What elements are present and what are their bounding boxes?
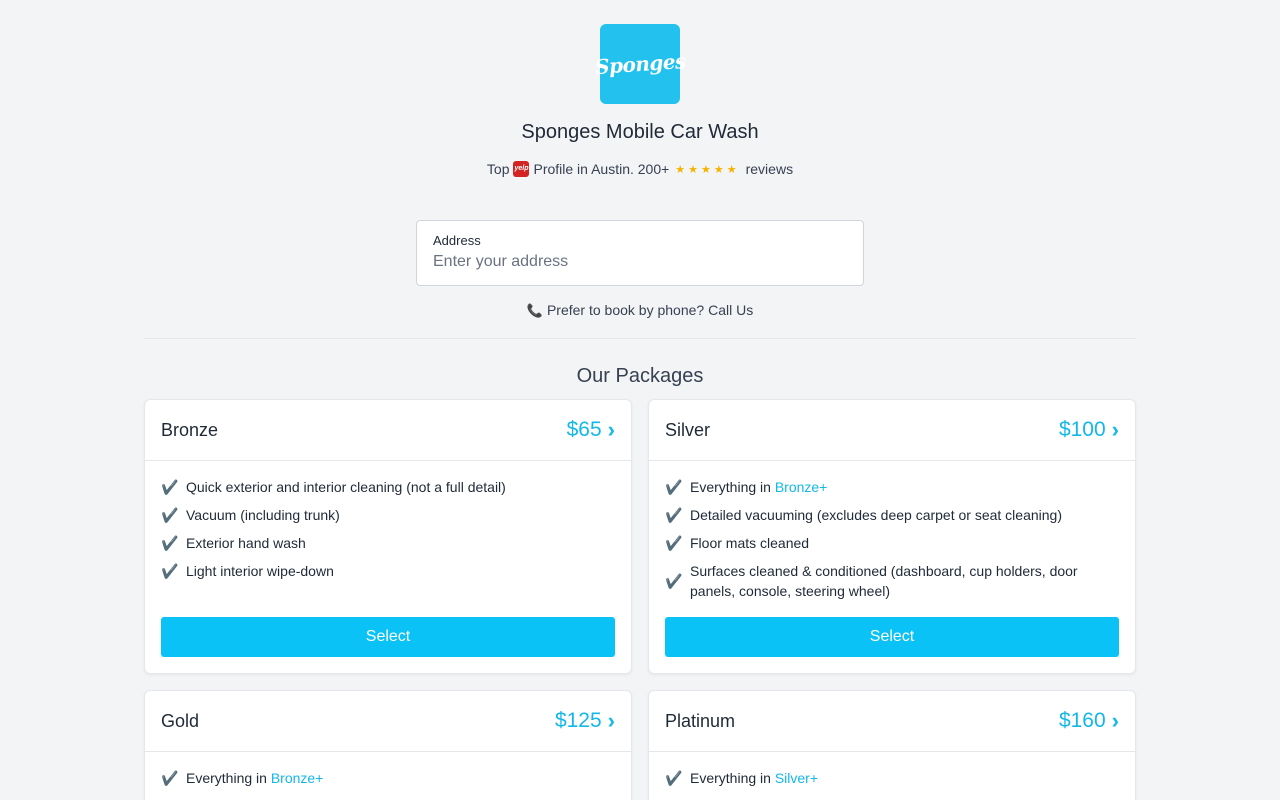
select-bronze-button[interactable]: Select: [161, 617, 615, 657]
tagline-suffix: reviews: [745, 161, 794, 177]
package-price-button[interactable]: $160 ›: [1059, 709, 1119, 733]
yelp-icon: yelp: [513, 161, 530, 177]
feature-list: ✔️ Everything in Silver+: [649, 752, 1135, 788]
check-icon: ✔️: [665, 770, 683, 786]
feature-list: ✔️ Everything in Bronze+ ✔️ Detailed vacuu…: [649, 461, 1135, 601]
feature-text: Vacuum (including trunk): [186, 507, 340, 523]
feature-text: Exterior hand wash: [186, 535, 306, 551]
package-header: Platinum $160 ›: [649, 691, 1135, 752]
address-input[interactable]: [433, 253, 847, 271]
feature-list: ✔️ Quick exterior and interior cleaning (…: [145, 461, 631, 581]
feature-list: ✔️ Everything in Bronze+: [145, 752, 631, 788]
check-icon: ✔️: [161, 563, 179, 579]
feature-item: ✔️ Everything in Silver+: [665, 768, 1119, 788]
package-card-gold: Gold $125 › ✔️ Everything in Bronze+: [144, 690, 632, 800]
tagline-middle: Profile in Austin. 200+: [533, 161, 670, 177]
check-icon: ✔️: [161, 535, 179, 551]
logo-wordmark: Sponges: [593, 48, 687, 80]
package-link-bronze[interactable]: Bronze+: [775, 479, 828, 495]
feature-item: ✔️ Surfaces cleaned & conditioned (dashbo…: [665, 561, 1119, 601]
feature-item: ✔️ Floor mats cleaned: [665, 533, 1119, 553]
divider: [144, 338, 1136, 339]
phone-icon: 📞: [526, 303, 543, 318]
feature-item: ✔️ Quick exterior and interior cleaning (…: [161, 477, 615, 497]
package-header: Gold $125 ›: [145, 691, 631, 752]
address-label: Address: [433, 233, 481, 248]
check-icon: ✔️: [161, 507, 179, 523]
feature-item: ✔️ Everything in Bronze+: [161, 768, 615, 788]
package-price-button[interactable]: $100 ›: [1059, 418, 1119, 442]
package-header: Silver $100 ›: [649, 400, 1135, 461]
feature-text: Detailed vacuuming (excludes deep carpet…: [690, 507, 1062, 523]
feature-item: ✔️ Vacuum (including trunk): [161, 505, 615, 525]
package-price-button[interactable]: $125 ›: [555, 709, 615, 733]
business-name: Sponges Mobile Car Wash: [521, 121, 759, 143]
rating-stars-icon: ★★★★★: [675, 163, 740, 176]
phone-booking-link[interactable]: 📞 Prefer to book by phone? Call Us: [144, 302, 1136, 319]
package-link-bronze[interactable]: Bronze+: [271, 770, 324, 786]
check-icon: ✔️: [161, 770, 179, 786]
package-price: $65: [566, 418, 602, 441]
feature-prefix: Everything in: [186, 770, 267, 786]
chevron-right-icon: ›: [1111, 417, 1119, 442]
package-price: $160: [1058, 709, 1106, 732]
check-icon: ✔️: [665, 573, 683, 589]
package-name: Platinum: [665, 710, 736, 731]
package-price-button[interactable]: $65 ›: [567, 418, 615, 442]
feature-text: Quick exterior and interior cleaning (no…: [186, 479, 506, 495]
chevron-right-icon: ›: [607, 708, 615, 733]
address-field[interactable]: Address: [416, 220, 864, 286]
select-silver-button[interactable]: Select: [665, 617, 1119, 657]
feature-text: Surfaces cleaned & conditioned (dashboar…: [690, 563, 1078, 599]
feature-text: Everything in Bronze+: [186, 768, 323, 788]
package-name: Bronze: [161, 419, 219, 440]
package-link-silver[interactable]: Silver+: [775, 770, 818, 786]
check-icon: ✔️: [665, 479, 683, 495]
feature-prefix: Everything in: [690, 479, 771, 495]
feature-text: Light interior wipe-down: [186, 563, 334, 579]
package-price: $125: [554, 709, 602, 732]
package-card-silver: Silver $100 › ✔️ Everything in Bronze+ ✔️…: [648, 399, 1136, 674]
package-name: Gold: [161, 710, 200, 731]
package-price: $100: [1058, 418, 1106, 441]
check-icon: ✔️: [665, 535, 683, 551]
feature-item: ✔️ Exterior hand wash: [161, 533, 615, 553]
tagline-prefix: Top: [486, 161, 510, 177]
package-header: Bronze $65 ›: [145, 400, 631, 461]
feature-text: Floor mats cleaned: [690, 535, 810, 551]
feature-text: Everything in Silver+: [690, 768, 818, 788]
feature-item: ✔️ Light interior wipe-down: [161, 561, 615, 581]
packages-heading: Our Packages: [576, 365, 704, 387]
chevron-right-icon: ›: [607, 417, 615, 442]
feature-prefix: Everything in: [690, 770, 771, 786]
feature-text: Everything in Bronze+: [690, 477, 827, 497]
chevron-right-icon: ›: [1111, 708, 1119, 733]
check-icon: ✔️: [161, 479, 179, 495]
check-icon: ✔️: [665, 507, 683, 523]
package-card-platinum: Platinum $160 › ✔️ Everything in Silver+: [648, 690, 1136, 800]
feature-item: ✔️ Everything in Bronze+: [665, 477, 1119, 497]
feature-item: ✔️ Detailed vacuuming (excludes deep carp…: [665, 505, 1119, 525]
phone-booking-text: Prefer to book by phone? Call Us: [546, 302, 754, 318]
package-name: Silver: [665, 419, 711, 440]
business-tagline: Top yelp Profile in Austin. 200+ ★★★★★ r…: [144, 161, 1136, 177]
package-card-bronze: Bronze $65 › ✔️ Quick exterior and interi…: [144, 399, 632, 674]
business-logo: Sponges: [594, 24, 686, 104]
